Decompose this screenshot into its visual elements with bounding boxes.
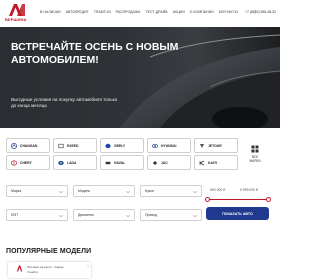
nav-item-credit[interactable]: АВТОКРЕДИТ [66, 10, 89, 14]
brand-jac[interactable]: JAC [147, 155, 191, 170]
nav-item-sale[interactable]: РАСПРОДАЖА [116, 10, 141, 14]
transmission-select[interactable]: КПП [6, 209, 68, 221]
brand-label: KAIYI [208, 160, 218, 165]
brand-label: HAVAL [114, 160, 126, 165]
body-select-label: Кузов [145, 189, 154, 193]
brand-label: HYUNDAI [161, 143, 177, 148]
all-brands-button[interactable]: ВСЕ МАРКИ [240, 137, 270, 170]
exeed-logo-icon [58, 143, 64, 148]
jac-logo-icon [152, 160, 158, 165]
transmission-select-label: КПП [11, 213, 18, 217]
engine-select-label: Двигатель [78, 213, 94, 217]
drive-select[interactable]: Привод [140, 209, 202, 221]
price-slider-track[interactable] [208, 199, 268, 200]
brand-changan[interactable]: CHANGAN [6, 138, 50, 153]
haval-logo-icon [105, 161, 111, 164]
popular-models-title: ПОПУЛЯРНЫЕ МОДЕЛИ [6, 248, 92, 255]
changan-logo-icon [11, 142, 17, 149]
model-select-label: Модель [78, 189, 91, 193]
close-icon[interactable]: × [87, 264, 89, 268]
brand-kaiyi[interactable]: KAIYI [194, 155, 238, 170]
show-cars-label: ПОКАЗАТЬ АВТО [222, 211, 253, 216]
hero-banner[interactable]: ВСТРЕЧАЙТЕ ОСЕНЬ С НОВЫМ АВТОМОБИЛЕМ! Вы… [0, 27, 280, 128]
nav-item-trade-in[interactable]: TRADE-IN [94, 10, 111, 14]
chevron-down-icon [126, 191, 130, 194]
brand-label: CHERY [20, 160, 32, 165]
logo-text: ВЕРШИНА [5, 17, 27, 22]
nav-item-contacts[interactable]: КОНТАКТЫ [219, 10, 238, 14]
kaiyi-logo-icon [199, 160, 205, 165]
model-select[interactable]: Модель [73, 185, 135, 197]
ad-text-line1: Реклама на карте · Кажды [27, 265, 64, 269]
price-slider-min-handle[interactable] [205, 197, 210, 202]
hyundai-logo-icon [152, 143, 158, 148]
brand-hyundai[interactable]: HYUNDAI [147, 138, 191, 153]
chevron-down-icon [59, 215, 63, 218]
nav-item-test-drive[interactable]: ТЕСТ-ДРАЙВ [145, 10, 167, 14]
logo-mark-icon [9, 4, 25, 16]
jetour-logo-icon [200, 143, 204, 148]
brand-lada[interactable]: LADA [53, 155, 97, 170]
phone-number[interactable]: +7 (8412) 555-48-32 [245, 10, 276, 14]
chery-logo-icon [11, 159, 17, 166]
hero-title: ВСТРЕЧАЙТЕ ОСЕНЬ С НОВЫМ АВТОМОБИЛЕМ! [11, 41, 179, 66]
brand-geely[interactable]: GEELY [100, 138, 144, 153]
lada-logo-icon [58, 160, 64, 165]
brand-select[interactable]: Марка [6, 185, 68, 197]
main-nav: В НАЛИЧИИ АВТОКРЕДИТ TRADE-IN РАСПРОДАЖА… [40, 10, 238, 14]
brand-exeed[interactable]: EXEED [53, 138, 97, 153]
price-slider-max-handle[interactable] [266, 197, 271, 202]
brand-label: JAC [161, 160, 168, 165]
all-brands-label: ВСЕ МАРКИ [249, 154, 261, 163]
chevron-down-icon [193, 191, 197, 194]
brand-label: EXEED [67, 143, 79, 148]
chevron-down-icon [59, 191, 63, 194]
nav-item-in-stock[interactable]: В НАЛИЧИИ [40, 10, 61, 14]
price-from: 500 000 ₽ [210, 188, 226, 192]
geely-logo-icon [105, 143, 111, 148]
show-cars-button[interactable]: ПОКАЗАТЬ АВТО [206, 207, 269, 220]
brand-chery[interactable]: CHERY [6, 155, 50, 170]
chevron-down-icon [126, 215, 130, 218]
ad-text-line2[interactable]: Узнайте [27, 270, 38, 274]
brand-select-label: Марка [11, 189, 22, 193]
nav-item-about[interactable]: О КОМПАНИИ [190, 10, 214, 14]
drive-select-label: Привод [145, 213, 157, 217]
brand-label: CHANGAN [20, 143, 38, 148]
brand-label: GEELY [114, 143, 126, 148]
chevron-down-icon [193, 215, 197, 218]
hero-subtitle: Выгодные условия на покупку автомобиля т… [11, 97, 118, 108]
price-to: 9 999 000 ₽ [240, 188, 259, 192]
map-ad-popup[interactable]: Реклама на карте · Кажды Узнайте × [8, 262, 91, 278]
brand-label: LADA [67, 160, 77, 165]
brand-label: JETOUR [208, 143, 222, 148]
nav-item-promotions[interactable]: АКЦИИ [173, 10, 185, 14]
body-select[interactable]: Кузов [140, 185, 202, 197]
grid-icon [251, 145, 259, 152]
brand-haval[interactable]: HAVAL [100, 155, 144, 170]
brand-jetour[interactable]: JETOUR [194, 138, 238, 153]
logo-mark-icon [16, 265, 23, 272]
site-header: ВЕРШИНА В НАЛИЧИИ АВТОКРЕДИТ TRADE-IN РА… [0, 0, 280, 27]
engine-select[interactable]: Двигатель [73, 209, 135, 221]
